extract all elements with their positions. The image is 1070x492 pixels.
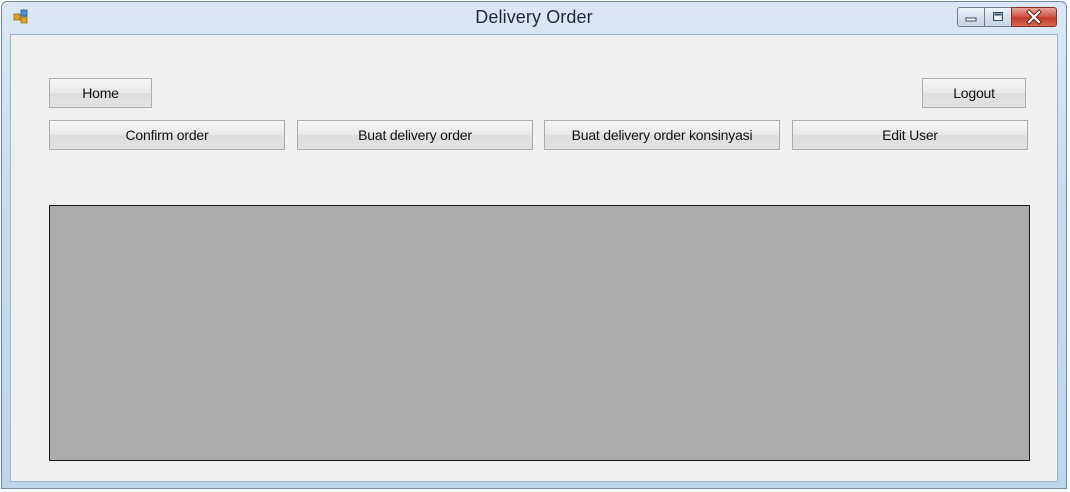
content-panel — [49, 205, 1030, 461]
caption-buttons — [957, 7, 1057, 28]
window-title: Delivery Order — [475, 7, 593, 27]
form-client-area: Home Logout Confirm order Buat delivery … — [10, 34, 1058, 482]
minimize-icon — [965, 17, 977, 22]
confirm-order-button[interactable]: Confirm order — [49, 120, 285, 150]
close-icon — [1026, 9, 1042, 25]
home-button[interactable]: Home — [49, 78, 152, 108]
maximize-icon — [993, 12, 1003, 21]
title-bar[interactable]: Delivery Order — [2, 2, 1066, 34]
buat-delivery-order-konsinyasi-button[interactable]: Buat delivery order konsinyasi — [544, 120, 780, 150]
edit-user-button[interactable]: Edit User — [792, 120, 1028, 150]
minimize-button[interactable] — [957, 7, 985, 27]
application-window: Delivery Order Home Logout Confirm order… — [1, 1, 1067, 489]
logout-button[interactable]: Logout — [922, 78, 1026, 108]
close-button[interactable] — [1011, 7, 1057, 27]
maximize-button[interactable] — [984, 7, 1012, 27]
buat-delivery-order-button[interactable]: Buat delivery order — [297, 120, 533, 150]
